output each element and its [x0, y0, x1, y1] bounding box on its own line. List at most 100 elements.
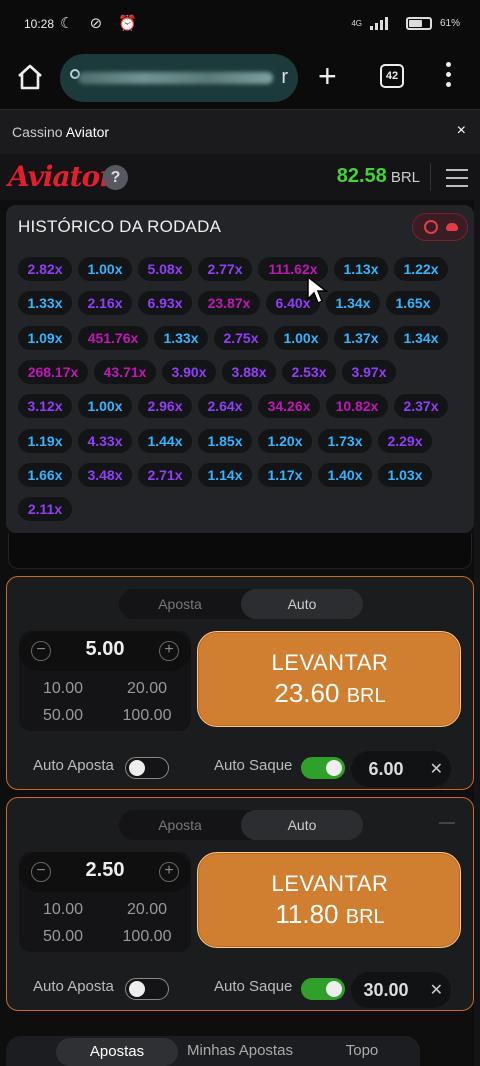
bet-amount-value[interactable]: 2.50 [59, 859, 151, 882]
increase-icon[interactable]: + [159, 862, 179, 882]
url-tail: r [281, 66, 288, 88]
multiplier-chip: 2.96x [138, 394, 192, 419]
multiplier-chip: 2.29x [378, 428, 432, 453]
decrease-icon[interactable]: − [31, 862, 51, 882]
toggle-knob [326, 981, 342, 997]
more-menu-icon[interactable] [446, 62, 454, 92]
multiplier-chip: 43.71x [94, 359, 156, 384]
cashout-button[interactable]: LEVANTAR 11.80 BRL [197, 852, 461, 948]
auto-row: Auto Aposta Auto Saque 6.00 ✕ [7, 751, 475, 787]
auto-bet-toggle[interactable] [125, 757, 169, 779]
signal-icon [369, 16, 398, 30]
auto-cashout-toggle[interactable] [301, 757, 345, 779]
quick-amount-button[interactable]: 10.00 [23, 898, 103, 922]
tab-topo[interactable]: Topo [322, 1042, 402, 1059]
increase-icon[interactable]: + [159, 641, 179, 661]
home-icon[interactable] [16, 63, 44, 91]
new-tab-icon[interactable]: + [318, 60, 337, 92]
history-clock-icon [424, 220, 438, 234]
multiplier-chip: 1.03x [378, 462, 432, 487]
bet-amount-value[interactable]: 5.00 [59, 638, 151, 661]
battery-level: 61% [439, 17, 460, 29]
quick-amount-button[interactable]: 20.00 [107, 898, 187, 922]
multiplier-chip: 1.44x [138, 428, 192, 453]
multiplier-chip: 1.17x [258, 462, 312, 487]
url-redacted [78, 72, 273, 84]
auto-cashout-input[interactable]: 6.00 ✕ [351, 751, 451, 787]
multiplier-chip: 1.14x [198, 462, 252, 487]
multiplier-chip: 2.77x [198, 257, 252, 281]
bet-mode-switch: Aposta Auto [119, 810, 363, 840]
app-title-bar: Cassino Aviator × [0, 110, 480, 154]
help-icon[interactable]: ? [103, 165, 128, 190]
tab-auto[interactable]: Auto [241, 810, 363, 840]
browser-toolbar: r + 42 [0, 50, 480, 110]
multiplier-chip: 2.53x [282, 359, 336, 384]
status-right: 4G 61% [351, 16, 460, 30]
cashout-currency: BRL [345, 906, 385, 928]
cashout-button[interactable]: LEVANTAR 23.60 BRL [197, 631, 461, 727]
tab-switcher-icon[interactable]: 42 [380, 64, 404, 88]
title-prefix: Cassino [12, 124, 63, 140]
tab-auto[interactable]: Auto [241, 589, 363, 619]
auto-cashout-value[interactable]: 6.00 [351, 759, 421, 780]
multiplier-chip: 2.82x [18, 257, 72, 281]
hamburger-menu-icon[interactable] [446, 169, 468, 193]
multiplier-chip: 1.19x [18, 428, 72, 453]
tab-aposta[interactable]: Aposta [119, 589, 241, 619]
multiplier-chip: 1.09x [18, 325, 72, 350]
multiplier-chip: 1.37x [334, 325, 388, 350]
aviator-logo: Aviator [8, 160, 114, 193]
close-icon[interactable]: × [457, 122, 466, 140]
cashout-amount: 23.60 BRL [198, 678, 462, 709]
quick-amount-button[interactable]: 50.00 [23, 925, 103, 949]
balance-value: 82.58 [336, 165, 387, 187]
bets-tabs: Apostas Minhas Apostas Topo [6, 1036, 420, 1066]
decrease-icon[interactable]: − [31, 641, 51, 661]
multiplier-chip: 1.00x [78, 394, 132, 419]
multiplier-chip: 1.85x [198, 428, 252, 453]
url-bar[interactable]: r [60, 54, 298, 102]
history-expand-icon [446, 223, 458, 231]
multiplier-chip: 3.48x [78, 462, 132, 487]
clear-icon[interactable]: ✕ [430, 980, 443, 1000]
multiplier-chip: 1.33x [18, 291, 72, 316]
quick-amount-button[interactable]: 100.00 [107, 704, 187, 728]
multiplier-chip: 268.17x [18, 359, 88, 384]
clear-icon[interactable]: ✕ [430, 759, 443, 779]
multiplier-chip: 1.13x [334, 257, 388, 281]
tab-apostas[interactable]: Apostas [56, 1038, 178, 1066]
quick-amount-button[interactable]: 50.00 [23, 704, 103, 728]
quick-amount-button[interactable]: 10.00 [23, 677, 103, 701]
multiplier-chip: 1.40x [318, 462, 372, 487]
bet-amount-box: − 2.50 + 10.00 20.00 50.00 100.00 [19, 852, 191, 952]
multiplier-chip: 6.93x [138, 291, 192, 316]
multiplier-chip: 1.65x [386, 291, 440, 316]
multiplier-chip: 4.33x [78, 428, 132, 453]
auto-bet-label: Auto Aposta [33, 757, 114, 774]
multiplier-chip: 2.16x [78, 291, 132, 316]
tab-minhas-apostas[interactable]: Minhas Apostas [182, 1042, 298, 1059]
multiplier-chip: 1.00x [78, 257, 132, 281]
auto-cashout-value[interactable]: 30.00 [351, 980, 421, 1001]
bet-amount-box: − 5.00 + 10.00 20.00 50.00 100.00 [19, 631, 191, 731]
quick-amount-button[interactable]: 100.00 [107, 925, 187, 949]
multiplier-chip: 3.90x [162, 359, 216, 384]
auto-cashout-toggle[interactable] [301, 978, 345, 1000]
multiplier-chip: 3.12x [18, 394, 72, 419]
bet-amount-stepper: − 5.00 + [19, 631, 191, 671]
bet-panel-2: Aposta Auto − 2.50 + 10.00 20.00 50.00 1… [6, 797, 474, 1011]
title-game: Aviator [65, 124, 110, 140]
quick-amount-button[interactable]: 20.00 [107, 677, 187, 701]
multiplier-chip: 2.71x [138, 462, 192, 487]
auto-bet-toggle[interactable] [125, 978, 169, 1000]
multiplier-chip: 1.22x [394, 257, 448, 281]
tab-aposta[interactable]: Aposta [119, 810, 241, 840]
auto-cashout-input[interactable]: 30.00 ✕ [351, 972, 451, 1008]
remove-panel-icon[interactable] [439, 822, 455, 824]
multiplier-chip: 1.66x [18, 462, 72, 487]
toggle-knob [129, 981, 145, 997]
cashout-label: LEVANTAR [271, 871, 389, 896]
history-toggle-button[interactable] [412, 213, 468, 241]
scrollbar[interactable] [474, 154, 480, 1066]
